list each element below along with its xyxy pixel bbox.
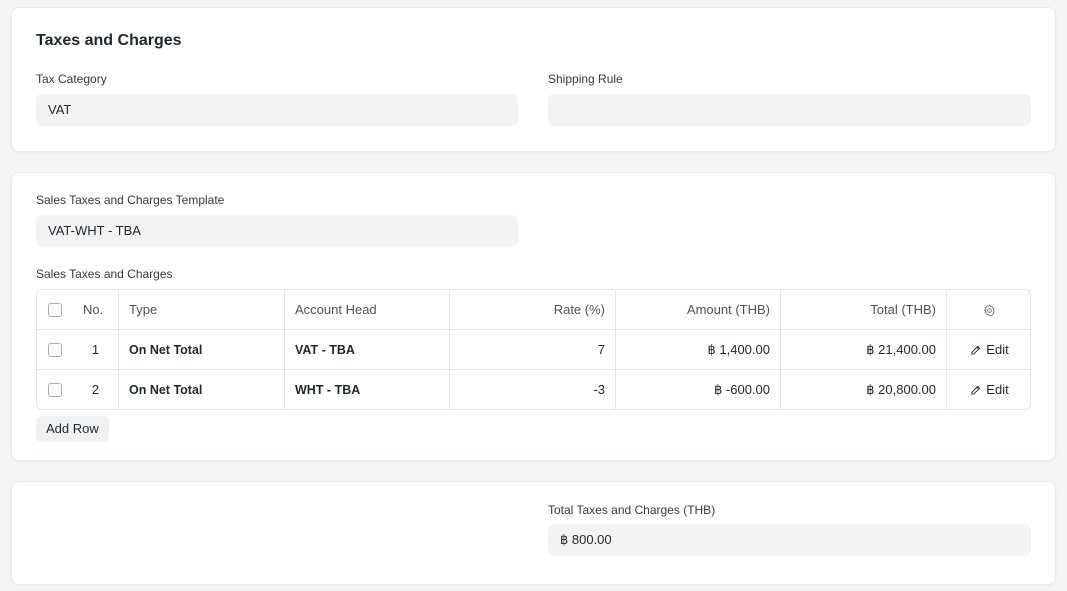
taxes-and-charges-card: Taxes and Charges Tax Category VAT Shipp… xyxy=(11,7,1056,152)
row-select-cell xyxy=(37,330,73,370)
header-type: Type xyxy=(119,290,285,330)
row-total[interactable]: ฿ 20,800.00 xyxy=(781,370,947,409)
row-account-head[interactable]: WHT - TBA xyxy=(285,370,450,409)
section-title: Taxes and Charges xyxy=(36,32,182,49)
header-total: Total (THB) xyxy=(781,290,947,330)
header-amount: Amount (THB) xyxy=(616,290,781,330)
edit-row-button[interactable]: Edit xyxy=(970,370,1009,409)
table-label: Sales Taxes and Charges xyxy=(36,267,173,281)
gear-icon xyxy=(984,304,995,317)
template-label: Sales Taxes and Charges Template xyxy=(36,193,225,207)
row-checkbox[interactable] xyxy=(48,383,62,397)
edit-label: Edit xyxy=(986,382,1009,397)
shipping-rule-field[interactable] xyxy=(548,94,1031,126)
total-taxes-label: Total Taxes and Charges (THB) xyxy=(548,503,716,517)
row-type[interactable]: On Net Total xyxy=(119,330,285,370)
row-edit-cell: Edit xyxy=(947,370,1030,409)
table-header-row: No. Type Account Head Rate (%) Amount (T… xyxy=(37,290,1030,330)
header-select-cell xyxy=(37,290,73,330)
header-no: No. xyxy=(73,290,119,330)
shipping-rule-label: Shipping Rule xyxy=(548,72,623,86)
tax-category-label: Tax Category xyxy=(36,72,107,86)
edit-label: Edit xyxy=(986,342,1009,357)
table-row[interactable]: 2 On Net Total WHT - TBA -3 ฿ -600.00 ฿ … xyxy=(37,370,1030,409)
totals-card: Total Taxes and Charges (THB) ฿ 800.00 xyxy=(11,481,1056,585)
row-rate[interactable]: 7 xyxy=(450,330,616,370)
row-no: 2 xyxy=(73,370,119,409)
pencil-icon xyxy=(971,385,981,395)
select-all-checkbox[interactable] xyxy=(48,303,62,317)
row-rate[interactable]: -3 xyxy=(450,370,616,409)
row-type[interactable]: On Net Total xyxy=(119,370,285,409)
row-total[interactable]: ฿ 21,400.00 xyxy=(781,330,947,370)
row-edit-cell: Edit xyxy=(947,330,1030,370)
sales-taxes-card: Sales Taxes and Charges Template VAT-WHT… xyxy=(11,172,1056,461)
add-row-button[interactable]: Add Row xyxy=(36,416,109,442)
header-account-head: Account Head xyxy=(285,290,450,330)
total-taxes-field: ฿ 800.00 xyxy=(548,524,1031,556)
row-account-head[interactable]: VAT - TBA xyxy=(285,330,450,370)
row-amount[interactable]: ฿ 1,400.00 xyxy=(616,330,781,370)
row-checkbox[interactable] xyxy=(48,343,62,357)
edit-row-button[interactable]: Edit xyxy=(970,330,1009,370)
taxes-table: No. Type Account Head Rate (%) Amount (T… xyxy=(36,289,1031,410)
template-field[interactable]: VAT-WHT - TBA xyxy=(36,215,518,247)
row-no: 1 xyxy=(73,330,119,370)
tax-category-field[interactable]: VAT xyxy=(36,94,518,126)
table-row[interactable]: 1 On Net Total VAT - TBA 7 ฿ 1,400.00 ฿ … xyxy=(37,330,1030,370)
row-amount[interactable]: ฿ -600.00 xyxy=(616,370,781,409)
pencil-icon xyxy=(971,345,981,355)
header-rate: Rate (%) xyxy=(450,290,616,330)
row-select-cell xyxy=(37,370,73,409)
column-settings-button[interactable] xyxy=(947,290,1030,330)
